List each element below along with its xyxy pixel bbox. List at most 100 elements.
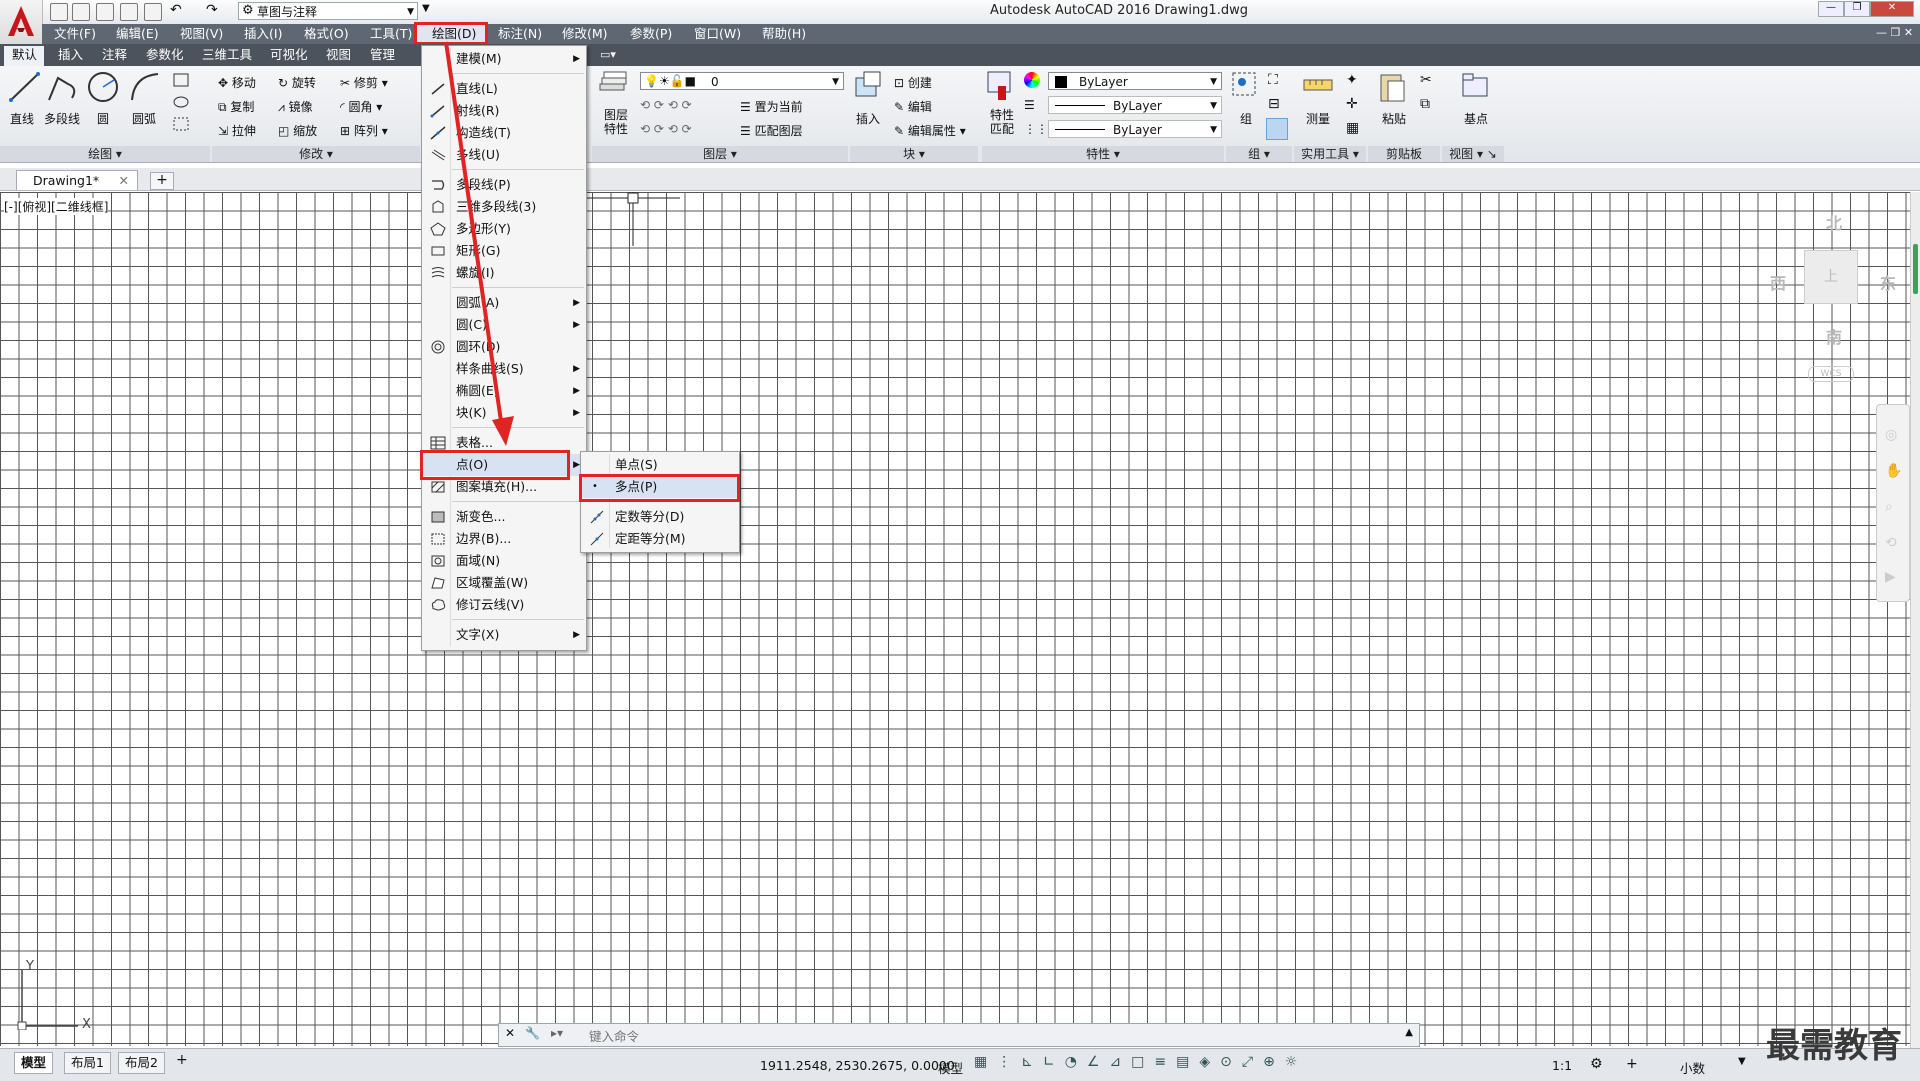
workspace-select[interactable]: ⚙ 草图与注释 ▼ bbox=[238, 2, 418, 20]
menu-item-wipeout[interactable]: 区域覆盖(W) bbox=[422, 572, 586, 594]
base-view-icon[interactable] bbox=[1460, 72, 1490, 100]
menu-item-measure[interactable]: 定距等分(M) bbox=[581, 528, 739, 550]
edit-block[interactable]: ✎ 编辑 bbox=[894, 98, 932, 115]
viewcube[interactable]: 北 西 东 南 上 WCS bbox=[1770, 200, 1900, 390]
zoom-icon[interactable]: ⌕ bbox=[1885, 499, 1893, 515]
menu-view[interactable]: 视图(V) bbox=[180, 24, 223, 44]
layer-tool-icons-row1[interactable]: ⟲ ⟳ ⟲ ⟳ bbox=[640, 98, 692, 112]
tab-parametric[interactable]: 参数化 bbox=[146, 46, 184, 64]
circle-tool-icon[interactable] bbox=[86, 70, 120, 104]
quick-select-icon[interactable]: ✦ bbox=[1346, 72, 1358, 88]
menu-edit[interactable]: 编辑(E) bbox=[116, 24, 159, 44]
chevron-up-icon[interactable]: ▲ bbox=[1405, 1027, 1413, 1038]
measure-icon[interactable] bbox=[1302, 72, 1334, 100]
cursor-coordinates[interactable]: 1911.2548, 2530.2675, 0.0000 bbox=[760, 1058, 955, 1073]
chevron-down-icon[interactable]: ▼ bbox=[1738, 1056, 1746, 1067]
viewport-controls-label[interactable]: [-][俯视][二维线框] bbox=[4, 198, 109, 215]
modify-panel-title[interactable]: 修改 ▾ bbox=[212, 146, 420, 162]
qat-dropdown-icon[interactable]: ▼ bbox=[422, 3, 430, 14]
group-icon[interactable] bbox=[1230, 70, 1258, 102]
restore-button[interactable]: ❐ bbox=[1844, 1, 1870, 17]
pan-icon[interactable]: ✋ bbox=[1885, 463, 1902, 479]
layout-tab-model[interactable]: 模型 bbox=[14, 1052, 54, 1074]
calculator-icon[interactable]: ▦ bbox=[1346, 120, 1359, 136]
color-wheel-icon[interactable] bbox=[1024, 72, 1040, 88]
match-properties-icon[interactable] bbox=[986, 70, 1014, 102]
match-layer[interactable]: ☰ 匹配图层 bbox=[740, 122, 803, 139]
group-select-toggle[interactable] bbox=[1266, 118, 1288, 140]
drawing-canvas[interactable] bbox=[0, 192, 1910, 1046]
steering-wheel-icon[interactable]: ◎ bbox=[1885, 427, 1897, 443]
rotate-tool[interactable]: ↻ 旋转 bbox=[278, 74, 316, 91]
menu-item-divide[interactable]: 定数等分(D) bbox=[581, 506, 739, 528]
groups-panel-title[interactable]: 组 ▾ bbox=[1226, 146, 1292, 162]
orbit-icon[interactable]: ⟲ bbox=[1885, 535, 1897, 551]
edit-attributes[interactable]: ✎ 编辑属性 ▾ bbox=[894, 122, 966, 139]
polyline-tool-icon[interactable] bbox=[46, 70, 80, 104]
tab-annotate[interactable]: 注释 bbox=[102, 46, 127, 64]
annotation-scale[interactable]: 1:1 bbox=[1552, 1058, 1572, 1073]
menu-item-gradient[interactable]: 渐变色... bbox=[422, 506, 586, 528]
tab-visualize[interactable]: 可视化 bbox=[270, 46, 308, 64]
menu-help[interactable]: 帮助(H) bbox=[762, 24, 806, 44]
minimize-button[interactable]: — bbox=[1818, 1, 1844, 17]
scrollbar-thumb[interactable] bbox=[1913, 244, 1918, 294]
view-panel-title[interactable]: 视图 ▾ ↘ bbox=[1442, 146, 1504, 162]
command-input[interactable] bbox=[587, 1026, 1371, 1046]
viewcube-south[interactable]: 南 bbox=[1826, 324, 1842, 348]
plus-icon[interactable]: + bbox=[1626, 1056, 1638, 1072]
id-point-icon[interactable]: ✛ bbox=[1346, 96, 1358, 112]
ribbon-toggle-icon[interactable]: ▭▾ bbox=[600, 48, 616, 61]
doc-window-controls[interactable]: — ❐ ✕ bbox=[1876, 26, 1913, 39]
add-layout-button[interactable]: + bbox=[176, 1052, 188, 1068]
layout-tab-layout1[interactable]: 布局1 bbox=[64, 1052, 111, 1074]
navigation-bar[interactable]: ◎ ✋ ⌕ ⟲ ▶ bbox=[1876, 404, 1910, 602]
group-tools-icon[interactable]: ⛶ bbox=[1268, 72, 1278, 88]
new-tab-button[interactable]: + bbox=[150, 172, 174, 190]
copy-tool[interactable]: ⧉ 复制 bbox=[218, 98, 254, 115]
menu-format[interactable]: 格式(O) bbox=[304, 24, 349, 44]
scale-tool[interactable]: ◰ 缩放 bbox=[278, 122, 317, 139]
viewcube-west[interactable]: 西 bbox=[1770, 270, 1786, 294]
menu-insert[interactable]: 插入(I) bbox=[244, 24, 282, 44]
properties-panel-title[interactable]: 特性 ▾ bbox=[982, 146, 1224, 162]
copy-clip-icon[interactable]: ⧉ bbox=[1420, 96, 1430, 112]
linetype-icon[interactable]: ☰ bbox=[1024, 98, 1035, 112]
utilities-panel-title[interactable]: 实用工具 ▾ bbox=[1294, 146, 1366, 162]
insert-block-icon[interactable] bbox=[852, 70, 884, 102]
layer-properties-icon[interactable] bbox=[598, 70, 628, 100]
move-tool[interactable]: ✥ 移动 bbox=[218, 74, 256, 91]
array-tool[interactable]: ⊞ 阵列 ▾ bbox=[340, 122, 388, 139]
app-menu-button[interactable] bbox=[0, 0, 43, 44]
tab-insert[interactable]: 插入 bbox=[58, 46, 83, 64]
line-tool-icon[interactable] bbox=[8, 70, 42, 104]
tab-view[interactable]: 视图 bbox=[326, 46, 351, 64]
block-panel-title[interactable]: 块 ▾ bbox=[850, 146, 978, 162]
menu-parametric[interactable]: 参数(P) bbox=[630, 24, 672, 44]
vertical-scrollbar[interactable] bbox=[1910, 192, 1920, 1048]
print-icon[interactable] bbox=[144, 3, 162, 21]
menu-tools[interactable]: 工具(T) bbox=[370, 24, 412, 44]
cut-icon[interactable]: ✂ bbox=[1420, 72, 1432, 88]
recent-commands-icon[interactable]: ▸▾ bbox=[551, 1026, 563, 1040]
linetype-select[interactable]: ByLayer ▼ bbox=[1048, 96, 1222, 114]
tab-3d-tools[interactable]: 三维工具 bbox=[202, 46, 252, 64]
set-current-layer[interactable]: ☰ 置为当前 bbox=[740, 98, 803, 115]
mirror-tool[interactable]: ⩘ 镜像 bbox=[278, 98, 313, 115]
menu-item-boundary[interactable]: 边界(B)... bbox=[422, 528, 586, 550]
paste-icon[interactable] bbox=[1378, 70, 1408, 104]
tab-default[interactable]: 默认 bbox=[12, 46, 37, 64]
close-cmd-icon[interactable]: ✕ bbox=[505, 1026, 515, 1040]
menu-file[interactable]: 文件(F) bbox=[54, 24, 96, 44]
lineweight-icon[interactable]: ⋮⋮ bbox=[1024, 122, 1048, 136]
save-icon[interactable] bbox=[96, 3, 114, 21]
trim-tool[interactable]: ✂ 修剪 ▾ bbox=[340, 74, 388, 91]
clipboard-panel-title[interactable]: 剪贴板 bbox=[1368, 146, 1440, 162]
doc-tab-drawing1[interactable]: Drawing1* ✕ bbox=[16, 170, 138, 190]
arc-tool-icon[interactable] bbox=[128, 70, 162, 104]
menu-item-revision-cloud[interactable]: 修订云线(V) bbox=[422, 594, 586, 616]
status-toggle-icons[interactable]: ▦⋮⊾∟◔∠⊿□≡▤◈⊙⤢⊕☼ bbox=[974, 1054, 1307, 1070]
draw-panel-title[interactable]: 绘图 ▾ bbox=[0, 146, 210, 162]
tab-manage[interactable]: 管理 bbox=[370, 46, 395, 64]
create-block[interactable]: ⊡ 创建 bbox=[894, 74, 932, 91]
